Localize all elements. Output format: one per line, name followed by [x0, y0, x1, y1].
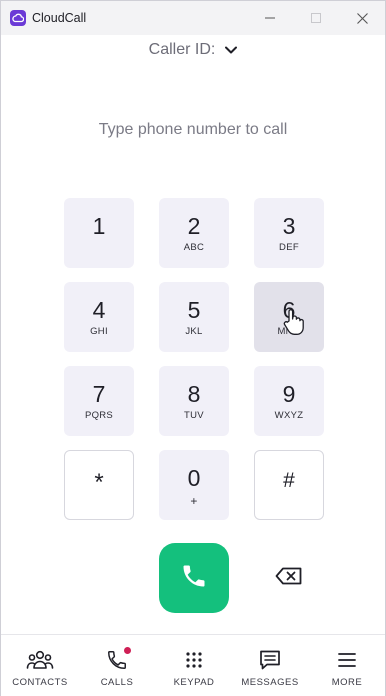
- key-digit: 1: [92, 212, 106, 239]
- nav-keypad[interactable]: KEYPAD: [156, 635, 232, 696]
- nav-more[interactable]: MORE: [309, 635, 385, 696]
- key-digit: #: [283, 468, 295, 492]
- key-digit: 3: [282, 212, 296, 239]
- minimize-button[interactable]: [247, 1, 293, 35]
- caller-id-label: Caller ID:: [148, 41, 216, 58]
- key-letters: DEF: [279, 241, 299, 253]
- key-hash[interactable]: #: [254, 450, 324, 520]
- nav-calls[interactable]: CALLS: [79, 635, 155, 696]
- phone-number-input[interactable]: Type phone number to call: [1, 121, 385, 139]
- key-letters: PQRS: [84, 409, 114, 421]
- key-letters: WXYZ: [274, 409, 304, 421]
- messages-icon: [259, 648, 281, 672]
- notification-badge: [124, 647, 131, 654]
- key-4[interactable]: 4 GHI: [64, 282, 134, 352]
- key-letters: ABC: [183, 241, 205, 253]
- key-star[interactable]: *: [64, 450, 134, 520]
- key-digit: 4: [92, 296, 106, 323]
- call-button[interactable]: [159, 543, 229, 613]
- key-digit: 0: [187, 464, 201, 491]
- bottom-navigation: CONTACTS CALLS KEYPAD MESSAGES MORE: [1, 634, 385, 696]
- chevron-down-icon: [225, 41, 238, 59]
- backspace-icon: [275, 567, 303, 590]
- key-3[interactable]: 3 DEF: [254, 198, 324, 268]
- nav-label: CALLS: [100, 677, 134, 688]
- nav-messages[interactable]: MESSAGES: [232, 635, 308, 696]
- maximize-button[interactable]: [293, 1, 339, 35]
- key-digit: 5: [187, 296, 201, 323]
- keypad-icon: [185, 648, 203, 672]
- nav-label: KEYPAD: [173, 677, 215, 688]
- hand-cursor-icon: [283, 308, 305, 336]
- key-2[interactable]: 2 ABC: [159, 198, 229, 268]
- key-9[interactable]: 9 WXYZ: [254, 366, 324, 436]
- cloudcall-logo-icon: [10, 10, 26, 26]
- phone-icon: [180, 562, 208, 595]
- nav-label: MESSAGES: [241, 677, 299, 688]
- key-digit: 9: [282, 380, 296, 407]
- key-digit: 7: [92, 380, 106, 407]
- nav-label: CONTACTS: [12, 677, 68, 688]
- app-window: CloudCall Caller ID: Type phone number t…: [0, 0, 386, 696]
- caller-id-selector[interactable]: Caller ID:: [1, 41, 385, 59]
- close-button[interactable]: [339, 1, 385, 35]
- title-bar: CloudCall: [1, 1, 385, 35]
- key-5[interactable]: 5 JKL: [159, 282, 229, 352]
- menu-icon: [338, 648, 356, 672]
- key-digit: 2: [187, 212, 201, 239]
- key-letters: +: [190, 493, 198, 508]
- key-digit: *: [94, 468, 104, 496]
- nav-label: MORE: [331, 677, 363, 688]
- phone-outline-icon: [106, 647, 131, 672]
- key-7[interactable]: 7 PQRS: [64, 366, 134, 436]
- key-digit: 8: [187, 380, 201, 407]
- key-letters: JKL: [185, 325, 203, 337]
- nav-contacts[interactable]: CONTACTS: [2, 635, 78, 696]
- key-0[interactable]: 0 +: [159, 450, 229, 520]
- key-1[interactable]: 1: [64, 198, 134, 268]
- backspace-button[interactable]: [274, 566, 304, 590]
- contacts-icon: [26, 648, 54, 672]
- window-title: CloudCall: [32, 11, 87, 25]
- key-8[interactable]: 8 TUV: [159, 366, 229, 436]
- key-letters: GHI: [90, 325, 108, 337]
- key-letters: TUV: [184, 409, 204, 421]
